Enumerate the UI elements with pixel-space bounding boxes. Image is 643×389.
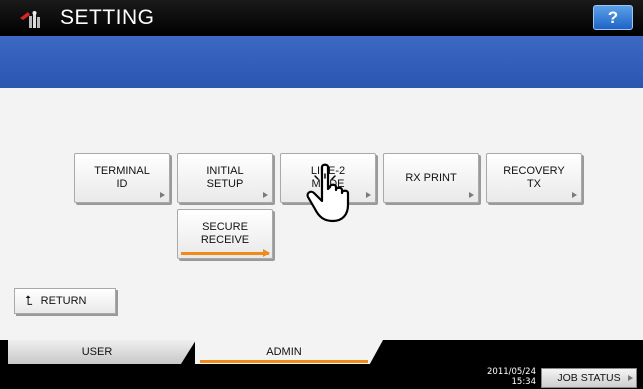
date: 2011/05/24 xyxy=(487,367,536,377)
tab-admin-label: ADMIN xyxy=(266,346,302,358)
terminal-id-label: TERMINAL ID xyxy=(94,165,150,190)
pointing-hand-icon xyxy=(306,163,350,223)
secure-receive-label: SECURE RECEIVE xyxy=(200,221,250,246)
selected-indicator xyxy=(181,249,270,257)
time: 15:34 xyxy=(511,377,537,387)
rx-print-button[interactable]: RX PRINT xyxy=(383,153,479,203)
recovery-tx-label: RECOVERY TX xyxy=(503,165,565,190)
submenu-arrow-icon xyxy=(469,192,474,198)
submenu-arrow-icon xyxy=(263,192,268,198)
date-time: 2011/05/24 15:34 xyxy=(480,367,536,387)
initial-setup-button[interactable]: INITIAL SETUP xyxy=(177,153,273,203)
active-tab-indicator xyxy=(200,360,368,363)
submenu-arrow-icon xyxy=(366,192,371,198)
settings-tools-icon xyxy=(20,11,40,28)
rx-print-label: RX PRINT xyxy=(405,171,457,184)
title-bar: SETTING ? xyxy=(0,0,643,36)
recovery-tx-button[interactable]: RECOVERY TX xyxy=(486,153,582,203)
return-arrow-icon: ⮤ xyxy=(25,293,33,308)
submenu-arrow-icon xyxy=(628,375,633,381)
submenu-arrow-icon xyxy=(572,192,577,198)
secure-receive-button[interactable]: SECURE RECEIVE xyxy=(177,209,273,259)
tab-user[interactable]: USER xyxy=(8,340,196,364)
tab-user-label: USER xyxy=(81,346,113,358)
help-button[interactable]: ? xyxy=(593,5,633,30)
terminal-id-button[interactable]: TERMINAL ID xyxy=(74,153,170,203)
submenu-arrow-icon xyxy=(160,192,165,198)
return-button[interactable]: ⮤ RETURN xyxy=(14,288,116,314)
job-status-button[interactable]: JOB STATUS xyxy=(541,368,637,388)
job-status-label: JOB STATUS xyxy=(557,372,621,384)
page-title: SETTING xyxy=(60,6,155,29)
return-label: RETURN xyxy=(40,295,87,307)
initial-setup-label: INITIAL SETUP xyxy=(206,165,244,190)
message-bar xyxy=(0,36,643,88)
